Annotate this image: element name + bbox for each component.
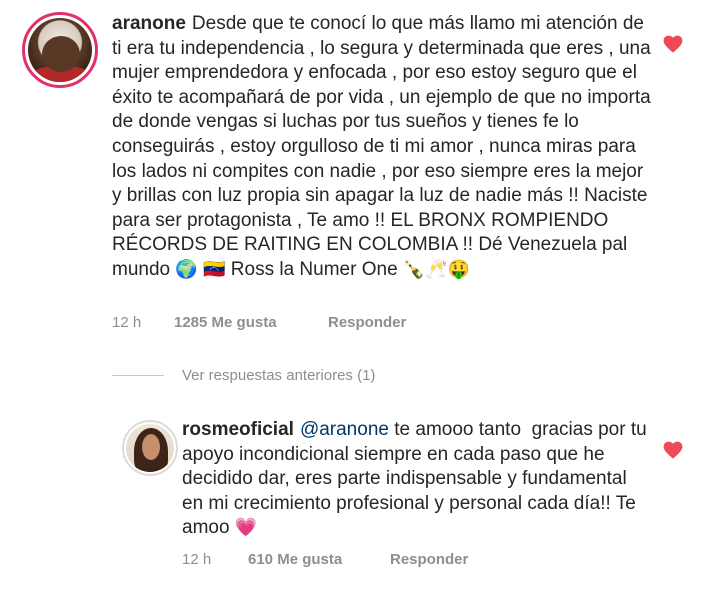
divider xyxy=(112,375,164,376)
comment-body: aranone Desde que te conocí lo que más ll… xyxy=(112,12,652,283)
celebration-emojis: 🍾🥂🤑 xyxy=(402,258,471,280)
comment-timestamp: 12 h xyxy=(112,314,142,331)
comment-tail-text: Ross la Numer One xyxy=(230,258,398,280)
pink-heart-emoji: 💗 xyxy=(234,517,258,539)
reply-avatar-image xyxy=(126,424,174,472)
globe-emoji: 🌍 xyxy=(175,258,198,280)
reply-reply-button[interactable]: Responder xyxy=(390,551,468,568)
reply-avatar[interactable] xyxy=(122,420,178,476)
heart-icon[interactable] xyxy=(663,441,683,459)
view-previous-label: Ver respuestas anteriores (1) xyxy=(182,367,376,384)
heart-icon[interactable] xyxy=(663,35,683,53)
avatar-image xyxy=(28,18,92,82)
avatar[interactable] xyxy=(22,12,98,88)
comment-text: Desde que te conocí lo que más llamo mi … xyxy=(112,13,651,280)
reply-body: rosmeoficial @aranone te amooo tanto ⁣ gr… xyxy=(182,418,652,541)
reply-timestamp: 12 h xyxy=(182,551,212,568)
reply-username[interactable]: rosmeoficial xyxy=(182,419,294,440)
reply-meta: 12 h 610 Me gusta Responder xyxy=(182,551,468,568)
venezuela-flag-emoji: 🇻🇪 xyxy=(203,258,226,280)
comment-username[interactable]: aranone xyxy=(112,13,186,34)
comment-likes[interactable]: 1285 Me gusta xyxy=(174,314,328,331)
reply-mention[interactable]: @aranone xyxy=(300,419,389,440)
reply-likes[interactable]: 610 Me gusta xyxy=(248,551,390,568)
view-previous-replies[interactable]: Ver respuestas anteriores (1) xyxy=(112,367,375,384)
comment-meta: 12 h 1285 Me gusta Responder xyxy=(112,314,406,331)
reply-button[interactable]: Responder xyxy=(328,314,406,331)
